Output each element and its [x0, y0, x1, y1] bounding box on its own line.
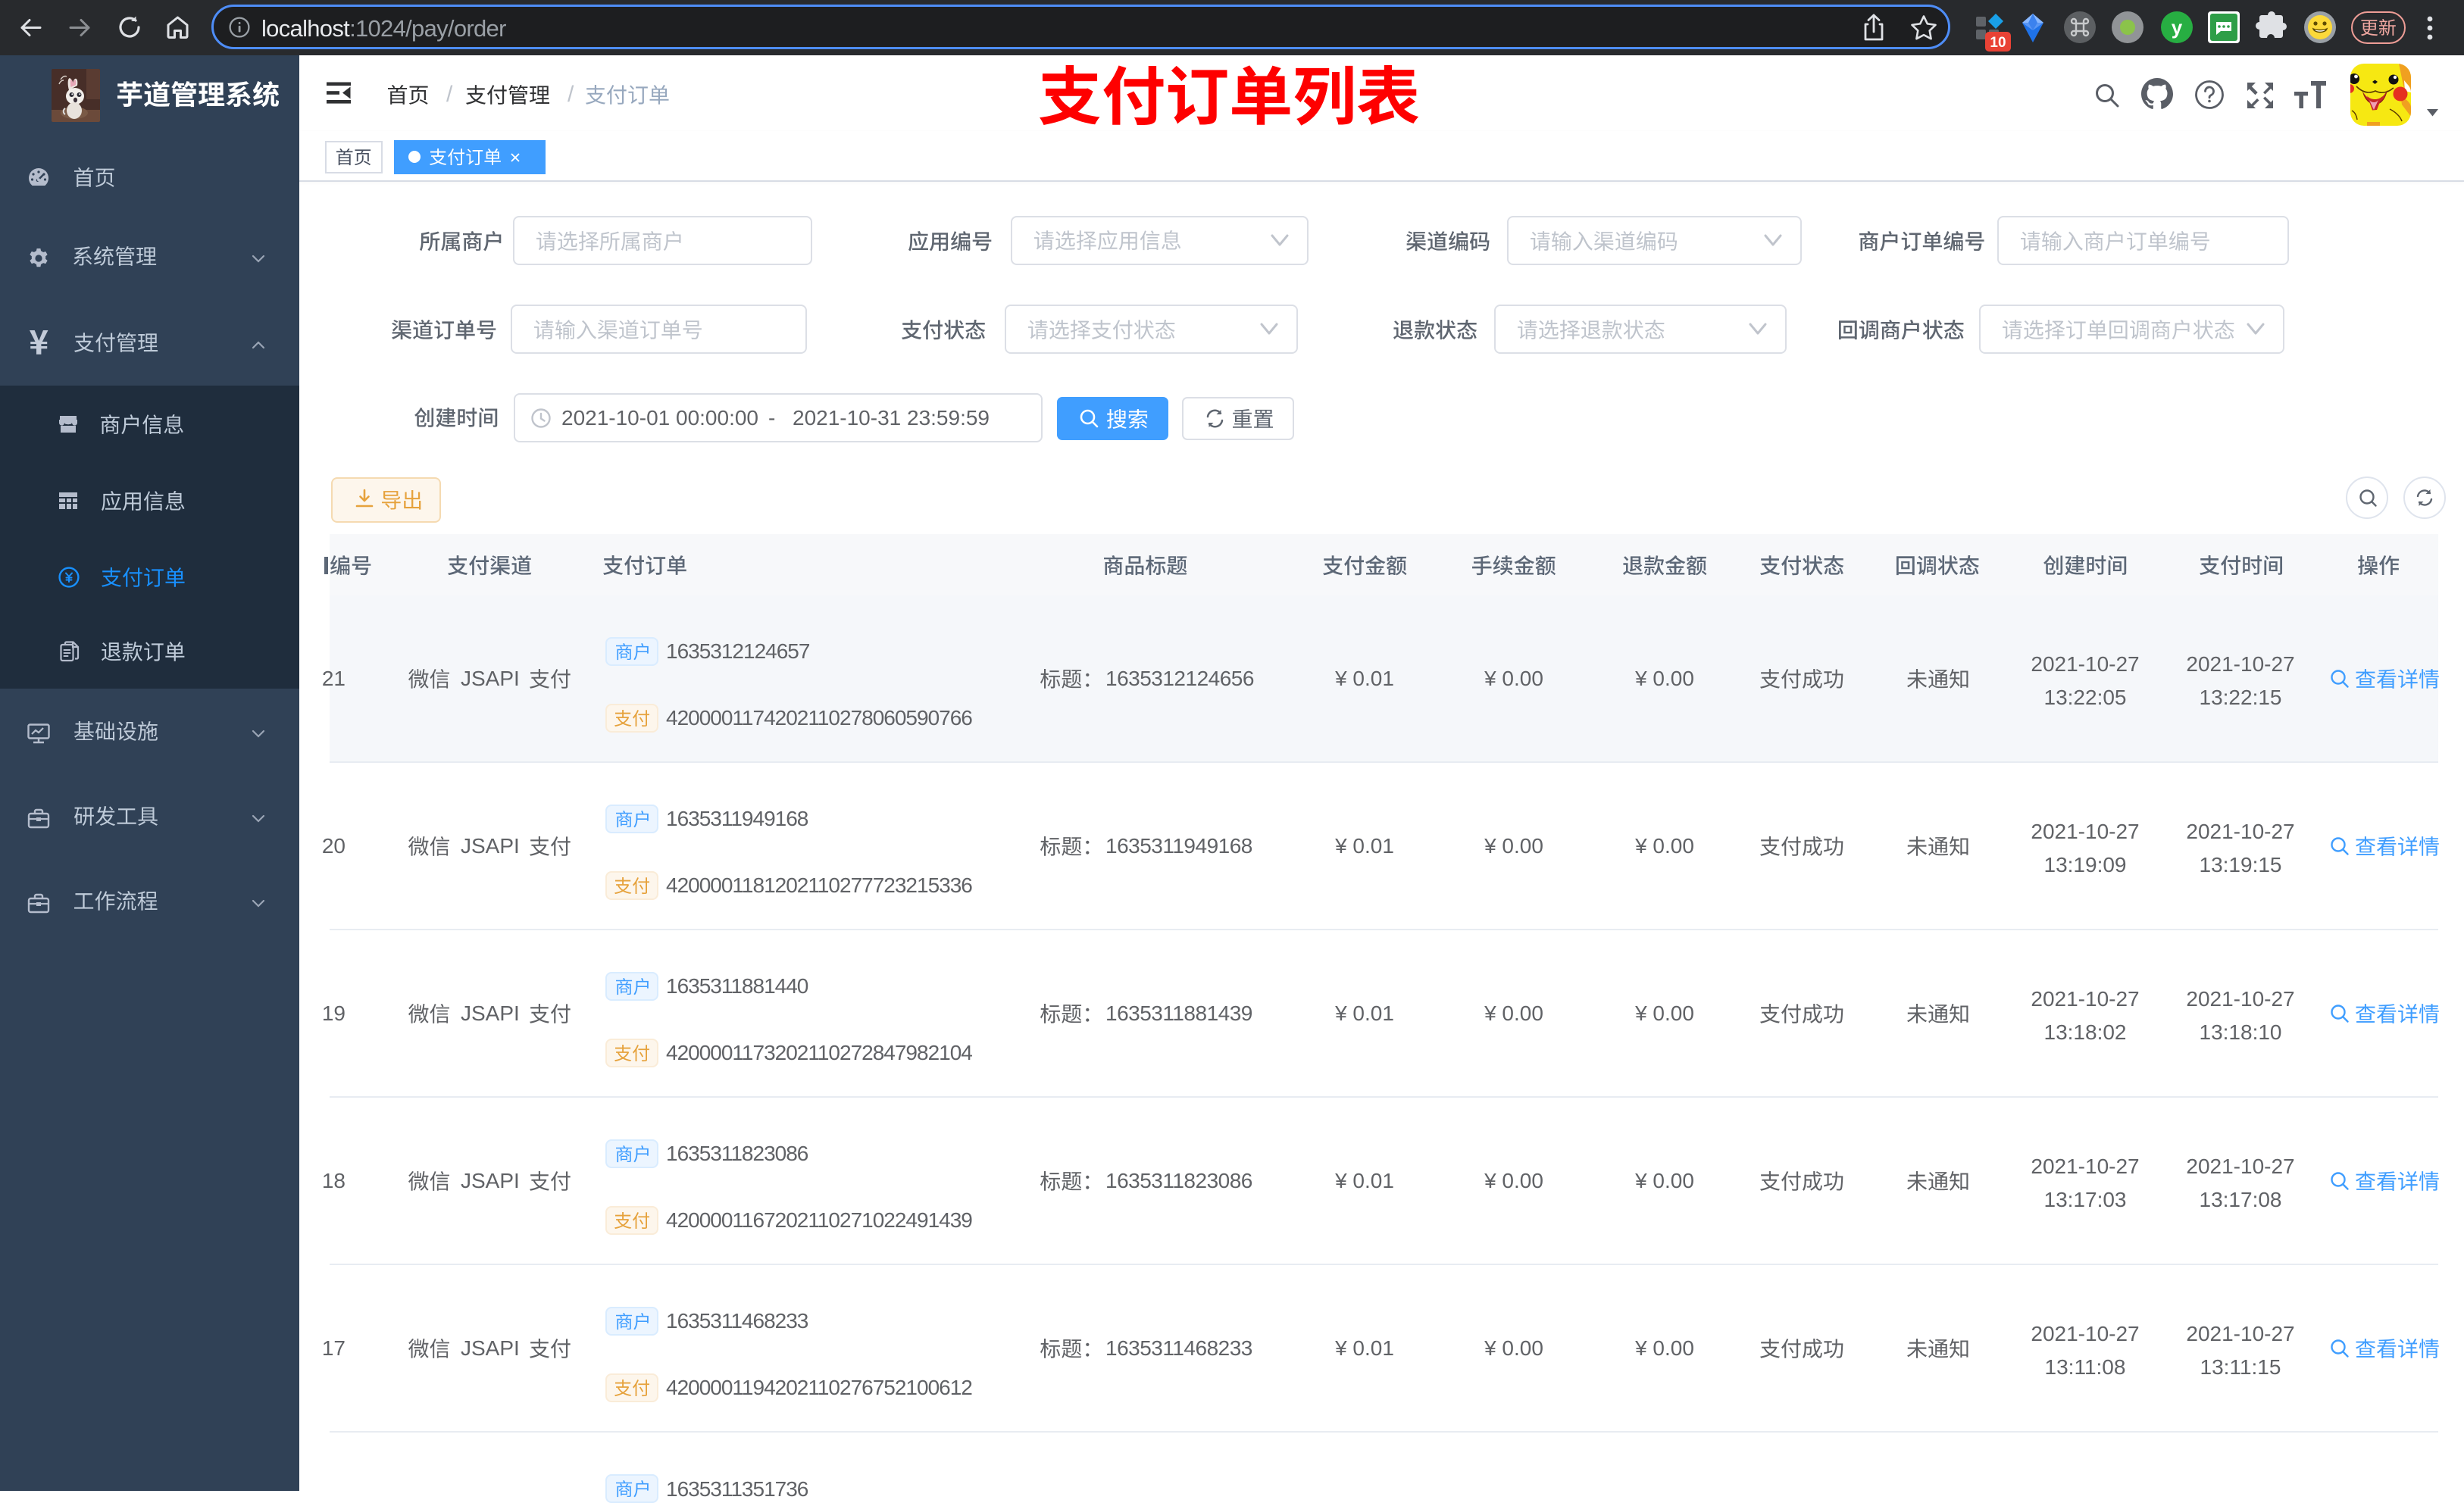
svg-text:y: y — [2172, 16, 2183, 39]
